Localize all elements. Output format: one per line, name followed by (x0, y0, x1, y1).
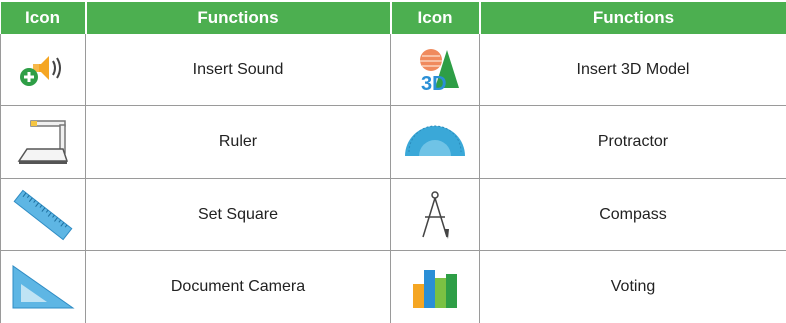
function-label: Ruler (85, 105, 391, 179)
document-camera-icon (17, 120, 69, 165)
function-label: Insert Sound (85, 34, 391, 107)
function-label: Document Camera (85, 250, 391, 323)
ruler-icon (13, 189, 73, 241)
compass-icon (422, 190, 449, 239)
function-label: Insert 3D Model (479, 34, 786, 107)
table-row: Set Square Compass (0, 178, 786, 252)
set-square-icon (12, 265, 75, 309)
3d-label: 3D (421, 73, 447, 94)
protractor-icon (405, 125, 465, 157)
header-functions-2: Functions (478, 2, 786, 34)
insert-sound-icon (20, 55, 61, 86)
header-icon-1: Icon (0, 2, 86, 34)
table-row: Insert Sound 3D Insert 3D Model (0, 34, 786, 107)
voting-icon (413, 270, 457, 309)
function-label: Set Square (85, 178, 391, 252)
insert-3d-model-icon: 3D (420, 48, 459, 94)
function-label: Voting (479, 250, 786, 323)
function-label: Compass (479, 178, 786, 252)
header-icon-2: Icon (389, 2, 480, 34)
header-functions-1: Functions (84, 2, 391, 34)
function-label: Protractor (479, 105, 786, 179)
table-row: Ruler Protractor (0, 105, 786, 179)
table-row: Document Camera Voting (0, 250, 786, 323)
functions-table: Icon Functions Icon Functions Insert Sou… (0, 2, 786, 323)
header-row: Icon Functions Icon Functions (0, 2, 786, 34)
